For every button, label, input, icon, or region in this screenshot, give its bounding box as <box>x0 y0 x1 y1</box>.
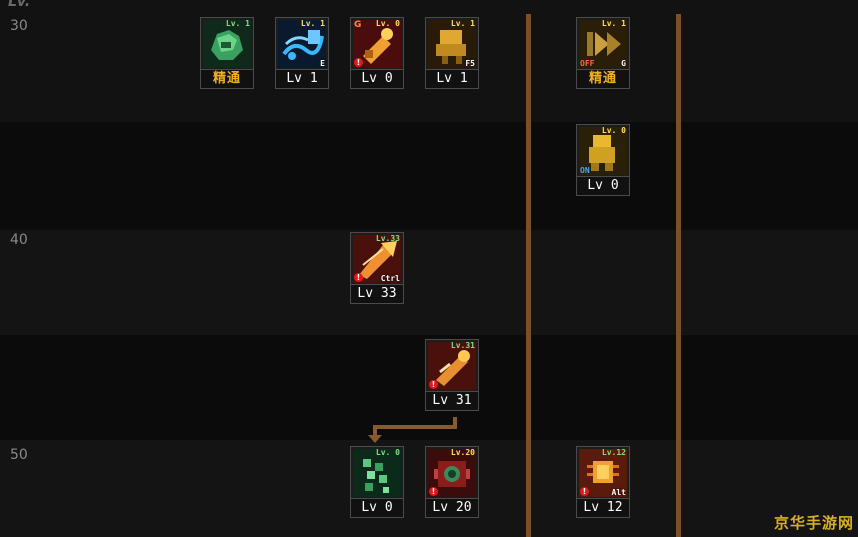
skill-level-text: Lv 0 <box>350 498 404 518</box>
skill-slot-s7[interactable]: Lv.33 ! Ctrl Lv 33 <box>350 232 404 304</box>
skill-connector-arrow <box>368 417 457 443</box>
skill-hotkey: F5 <box>465 59 475 68</box>
skill-level-text: Lv 0 <box>350 69 404 89</box>
skill-level-text: Lv 12 <box>576 498 630 518</box>
row-label-50: 50 <box>10 447 28 463</box>
skill-slot-s6[interactable]: Lv. 0 ON Lv 0 <box>576 124 630 196</box>
skill-level-text: 精通 <box>200 69 254 89</box>
skill-toggle-on: ON <box>580 166 590 175</box>
skill-corner-level: Lv. 1 <box>300 19 325 28</box>
skill-level-text: Lv 0 <box>576 176 630 196</box>
skill-icon-frame[interactable]: Lv.33 ! Ctrl <box>350 232 404 286</box>
skill-slot-s1[interactable]: Lv. 1 精通 <box>200 17 254 89</box>
skill-hotkey: Alt <box>611 488 626 497</box>
row-label-40: 40 <box>10 232 28 248</box>
skill-corner-level: Lv.31 <box>450 341 475 350</box>
skill-slot-s4[interactable]: Lv. 1 F5 Lv 1 <box>425 17 479 89</box>
skill-corner-level: Lv.20 <box>450 448 475 457</box>
warning-icon: ! <box>354 58 363 67</box>
skill-icon-frame[interactable]: Lv. 1 OFF G <box>576 17 630 71</box>
skill-level-text: Lv 33 <box>350 284 404 304</box>
skill-slot-s2[interactable]: Lv. 1 E Lv 1 <box>275 17 329 89</box>
skill-g-tag: G <box>354 20 362 30</box>
skill-corner-level: Lv.33 <box>375 234 400 243</box>
skill-icon-frame[interactable]: Lv. 0 ON <box>576 124 630 178</box>
skill-level-text: Lv 31 <box>425 391 479 411</box>
skill-corner-level: Lv. 0 <box>601 126 626 135</box>
skill-slot-s3[interactable]: G Lv. 0 ! Lv 0 <box>350 17 404 89</box>
row-band-40 <box>0 230 858 335</box>
skill-icon-frame[interactable]: Lv. 1 F5 <box>425 17 479 71</box>
watermark-text: 京华手游网 <box>773 514 854 532</box>
skill-icon-frame[interactable]: Lv. 1 E <box>275 17 329 71</box>
skill-level-text: Lv 20 <box>425 498 479 518</box>
skill-icon-frame[interactable]: Lv.12 ! Alt <box>576 446 630 500</box>
skill-slot-s10[interactable]: Lv.20 ! Lv 20 <box>425 446 479 518</box>
skill-slot-s9[interactable]: Lv. 0 Lv 0 <box>350 446 404 518</box>
skill-toggle-off: OFF <box>580 59 595 68</box>
skill-slot-s8[interactable]: Lv.31 ! Lv 31 <box>425 339 479 411</box>
skill-icon-frame[interactable]: Lv. 1 <box>200 17 254 71</box>
column-divider-left <box>526 14 531 537</box>
warning-icon: ! <box>429 380 438 389</box>
lv-header: Lv. <box>8 0 31 10</box>
skill-corner-level: Lv. 1 <box>601 19 626 28</box>
skill-icon-frame[interactable]: Lv. 0 <box>350 446 404 500</box>
row-label-30: 30 <box>10 18 28 34</box>
row-band-35 <box>0 122 858 230</box>
warning-icon: ! <box>354 273 363 282</box>
skill-icon-frame[interactable]: G Lv. 0 ! <box>350 17 404 71</box>
skill-icon-frame[interactable]: Lv.20 ! <box>425 446 479 500</box>
skill-slot-s11[interactable]: Lv.12 ! Alt Lv 12 <box>576 446 630 518</box>
skill-corner-level: Lv.12 <box>601 448 626 457</box>
skill-slot-s5[interactable]: Lv. 1 OFF G 精通 <box>576 17 630 89</box>
column-divider-right <box>676 14 681 537</box>
skill-hotkey: Ctrl <box>380 274 400 283</box>
warning-icon: ! <box>580 487 589 496</box>
skill-icon-frame[interactable]: Lv.31 ! <box>425 339 479 393</box>
skill-hotkey: E <box>320 59 325 68</box>
skill-corner-level: Lv. 0 <box>375 448 400 457</box>
skill-level-text: 精通 <box>576 69 630 89</box>
skill-corner-level: Lv. 0 <box>375 19 400 28</box>
skill-level-text: Lv 1 <box>275 69 329 89</box>
warning-icon: ! <box>429 487 438 496</box>
skill-corner-level: Lv. 1 <box>450 19 475 28</box>
skill-corner-level: Lv. 1 <box>225 19 250 28</box>
skill-level-text: Lv 1 <box>425 69 479 89</box>
skill-hotkey: G <box>621 59 626 68</box>
